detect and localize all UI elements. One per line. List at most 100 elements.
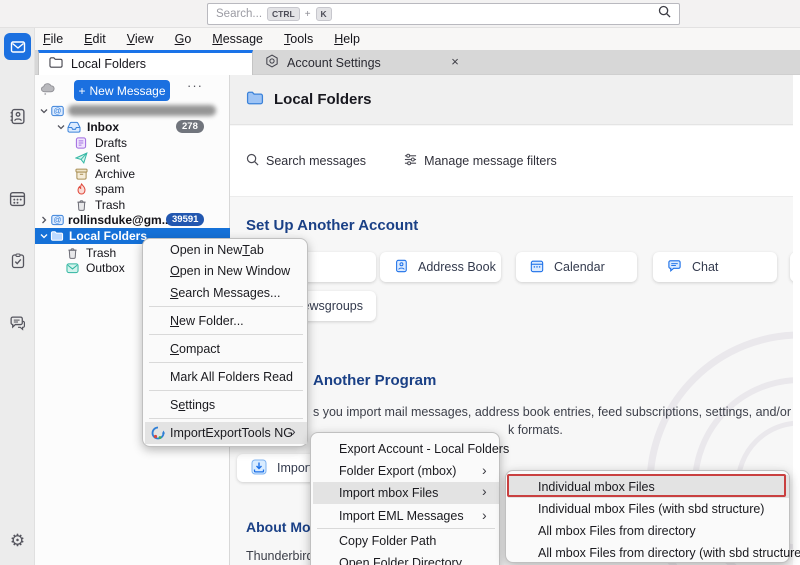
calendar-icon[interactable] [4,185,31,212]
thought-cloud-icon[interactable] [40,82,57,101]
top-toolbar: Search... CTRL + K [0,0,800,28]
setup-button-calendar[interactable]: Calendar [516,252,637,282]
menu-item-search-messages[interactable]: Search Messages... [170,283,280,303]
menu-item-individual-mbox-sbd[interactable]: Individual mbox Files (with sbd structur… [538,499,764,519]
thunderbird-window: Search... CTRL + K ⚙ File [0,0,800,565]
folder-row-archive[interactable]: Archive [35,166,230,182]
mail-account-icon: @ [50,105,64,117]
menu-go[interactable]: Go [170,31,197,47]
folder-context-menu: Open in New Tab Open in New Window Searc… [142,238,308,447]
menu-item-copy-folder-path[interactable]: Copy Folder Path [339,531,436,551]
kbd-k-badge: K [316,7,332,21]
tab-label: Local Folders [71,57,146,71]
menu-item-settings[interactable]: Settings [170,395,215,415]
svg-text:@: @ [53,106,61,115]
sent-icon [74,152,88,164]
drafts-icon [74,137,88,149]
setup-button-address-book[interactable]: Address Book [380,252,501,282]
menu-item-compact[interactable]: Compact [170,339,220,359]
menu-separator [149,362,303,363]
folder-row-sent[interactable]: Sent [35,151,230,167]
kbd-plus: + [305,9,311,20]
menu-bar: File Edit View Go Message Tools Help [35,28,800,50]
menu-help[interactable]: Help [329,31,365,47]
tab-close-icon[interactable]: × [447,54,463,70]
menu-item-open-new-window[interactable]: Open in New Window [170,261,290,281]
trash-icon [74,199,88,211]
submenu-arrow-icon: › [482,483,487,499]
menu-view[interactable]: View [122,31,159,47]
content-toolbar: Search messages Manage message filters [230,126,793,197]
menu-item-import-eml[interactable]: Import EML Messages› [339,506,464,526]
menu-item-open-new-tab[interactable]: Open in New Tab [170,240,264,260]
menu-tools[interactable]: Tools [279,31,318,47]
submenu-arrow-icon: › [291,423,296,439]
menu-item-new-folder[interactable]: New Folder... [170,311,244,331]
search-messages-button[interactable]: Search messages [246,153,366,169]
manage-filters-button[interactable]: Manage message filters [404,153,557,169]
new-message-button[interactable]: + New Message [74,80,170,101]
mail-account-icon: @ [50,214,64,226]
page-title: Local Folders [274,91,372,108]
folder-row-trash[interactable]: Trash [35,197,230,213]
folder-icon [246,90,264,110]
more-options-icon[interactable]: ··· [187,78,203,93]
menu-item-all-mbox-directory-sbd[interactable]: All mbox Files from directory (with sbd … [538,543,800,563]
menu-separator [149,418,303,419]
filter-sliders-icon [404,153,417,169]
app-spine: ⚙ [0,28,35,565]
tab-bar: Local Folders Account Settings × [35,50,800,75]
chevron-right-icon[interactable] [38,216,50,224]
chevron-down-icon[interactable] [38,107,50,115]
trash-icon [65,247,79,259]
menu-item-folder-export[interactable]: Folder Export (mbox)› [339,461,456,481]
folder-row-drafts[interactable]: Drafts [35,135,230,151]
archive-icon [74,168,88,180]
folder-icon [50,230,64,242]
settings-gear-icon[interactable]: ⚙ [4,527,31,554]
calendar-icon [530,259,544,276]
tab-local-folders[interactable]: Local Folders [38,50,253,75]
search-placeholder: Search... [216,8,262,20]
menu-file[interactable]: File [38,31,68,47]
menu-separator [149,334,303,335]
menu-item-importexporttools-ng[interactable]: ImportExportTools NG › [145,422,307,444]
import-description-line2: k formats. [508,423,563,437]
tasks-icon[interactable] [4,247,31,274]
import-description-line1: s you import mail messages, address book… [313,405,791,419]
unread-badge: 278 [176,120,204,133]
account-row-rollinsduke[interactable]: @ rollinsduke@gm... 39591 [35,212,230,228]
chat-icon[interactable] [4,310,31,337]
scrollbar-track[interactable] [793,75,800,565]
search-icon[interactable] [658,5,671,23]
folder-row-inbox[interactable]: Inbox 278 [35,119,230,135]
menu-message[interactable]: Message [207,31,268,47]
submenu-arrow-icon: › [482,462,487,478]
chevron-down-icon[interactable] [38,232,50,240]
menu-separator [149,306,303,307]
folder-icon [49,56,63,72]
global-search-input[interactable]: Search... CTRL + K [207,3,680,25]
account-name-redacted [68,105,216,116]
menu-separator [149,390,303,391]
search-icon [246,153,259,169]
account-row-redacted[interactable]: @ [35,103,230,119]
kbd-ctrl-badge: CTRL [267,7,300,21]
tab-account-settings[interactable]: Account Settings [255,50,505,75]
menu-item-import-mbox-files[interactable]: Import mbox Files› [313,482,499,504]
menu-separator [317,528,495,529]
chat-bubble-icon [667,259,682,276]
menu-item-all-mbox-directory[interactable]: All mbox Files from directory [538,521,696,541]
setup-account-heading: Set Up Another Account [246,217,418,234]
chevron-down-icon[interactable] [55,123,67,131]
menu-edit[interactable]: Edit [79,31,111,47]
menu-item-mark-all-read[interactable]: Mark All Folders Read [170,367,293,387]
importexporttools-icon [151,426,165,443]
menu-item-open-folder-directory[interactable]: Open Folder Directory [339,553,462,565]
address-book-icon [394,259,408,276]
menu-item-export-account[interactable]: Export Account - Local Folders [339,439,509,459]
setup-button-chat[interactable]: Chat [653,252,777,282]
mail-icon[interactable] [4,33,31,60]
address-book-icon[interactable] [4,103,31,130]
folder-row-spam[interactable]: spam [35,182,230,198]
